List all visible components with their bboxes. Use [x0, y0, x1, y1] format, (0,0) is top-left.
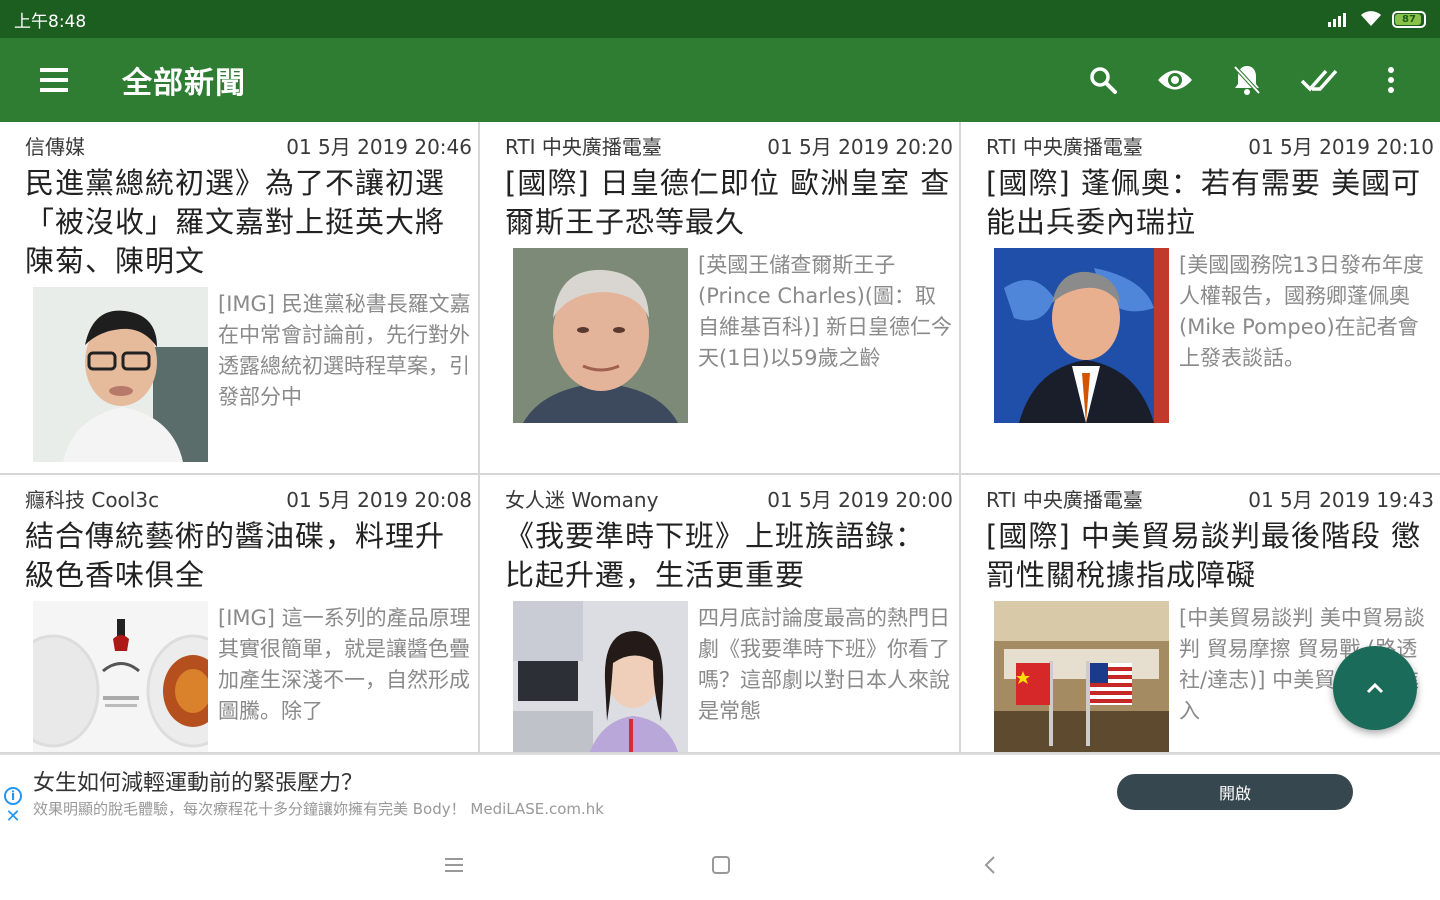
news-title: 結合傳統藝術的醬油碟，料理升級色香味俱全 [25, 519, 446, 592]
news-snippet: [英國王儲查爾斯王子(Prince Charles)(圖：取自維基百科)] 新日… [698, 253, 953, 370]
news-card[interactable]: 癮科技 Cool3c 01 5月 2019 20:08 結合傳統藝術的醬油碟，料… [0, 475, 480, 754]
ad-title: 女生如何減輕運動前的緊張壓力？ [33, 771, 364, 796]
news-snippet: [IMG] 這一系列的產品原理其實很簡單，就是讓醬色疊加產生深淺不一，自然形成圖… [218, 606, 471, 723]
ad-close-icon[interactable]: ✕ [4, 807, 22, 827]
news-card[interactable]: 女人迷 Womany 01 5月 2019 20:00 《我要準時下班》上班族語… [480, 475, 961, 754]
news-title: [國際] 日皇德仁即位 歐洲皇室 查爾斯王子恐等最久 [505, 166, 951, 239]
news-snippet: [IMG] 民進黨秘書長羅文嘉在中常會討論前，先行對外透露總統初選時程草案，引發… [218, 292, 471, 409]
news-snippet: 四月底討論度最高的熱門日劇《我要準時下班》你看了嗎？這部劇以對日本人來說是常態 [698, 606, 950, 723]
news-grid: 信傳媒 01 5月 2019 20:46 民進黨總統初選》為了不讓初選「被沒收」… [0, 122, 1440, 754]
news-source: 女人迷 Womany [505, 487, 659, 512]
more-vert-icon [1388, 67, 1394, 93]
search-icon [1090, 67, 1117, 94]
notifications-off-icon [1233, 65, 1261, 95]
menu-icon [445, 858, 463, 872]
app-bar: 全部新聞 [0, 38, 1440, 122]
mute-notifications-button[interactable] [1218, 51, 1276, 109]
chevron-up-icon [1366, 682, 1384, 694]
ad-description: 效果明顯的脫毛體驗，每次療程花十多分鐘讓妳擁有完美 Body！ MediLASE… [33, 800, 604, 818]
square-icon [712, 856, 730, 874]
news-source: RTI 中央廣播電臺 [505, 134, 662, 159]
ad-info-icon[interactable]: i [4, 787, 22, 805]
news-title: [國際] 中美貿易談判最後階段 懲罰性關稅據指成障礙 [986, 519, 1422, 592]
news-source: RTI 中央廣播電臺 [986, 487, 1143, 512]
news-thumbnail [513, 601, 688, 752]
news-card[interactable]: RTI 中央廣播電臺 01 5月 2019 20:10 [國際] 蓬佩奧：若有需… [961, 122, 1440, 475]
news-title: 民進黨總統初選》為了不讓初選「被沒收」羅文嘉對上挺英大將陳菊、陳明文 [25, 166, 446, 278]
news-thumbnail [513, 248, 688, 423]
news-date: 01 5月 2019 20:00 [767, 487, 953, 512]
news-title: 《我要準時下班》上班族語錄：比起升遷，生活更重要 [505, 519, 926, 592]
news-title: [國際] 蓬佩奧：若有需要 美國可能出兵委內瑞拉 [986, 166, 1422, 239]
news-source: 癮科技 Cool3c [25, 487, 160, 512]
wifi-icon [1361, 11, 1381, 26]
show-read-button[interactable] [1146, 51, 1204, 109]
news-date: 01 5月 2019 20:20 [767, 134, 953, 159]
ad-banner[interactable]: i ✕ 女生如何減輕運動前的緊張壓力？ 效果明顯的脫毛體驗，每次療程花十多分鐘讓… [0, 754, 1440, 830]
signal-icon [1328, 13, 1346, 27]
news-card[interactable]: RTI 中央廣播電臺 01 5月 2019 20:20 [國際] 日皇德仁即位 … [480, 122, 961, 475]
news-thumbnail [994, 601, 1169, 752]
menu-icon [40, 68, 68, 72]
battery-level: 87 [1402, 13, 1416, 25]
news-card[interactable]: 信傳媒 01 5月 2019 20:46 民進黨總統初選》為了不讓初選「被沒收」… [0, 122, 480, 475]
scroll-to-top-button[interactable] [1333, 646, 1417, 730]
battery-icon: 87 [1392, 10, 1426, 28]
news-source: RTI 中央廣播電臺 [986, 134, 1143, 159]
news-date: 01 5月 2019 20:08 [286, 487, 472, 512]
news-date: 01 5月 2019 19:43 [1248, 487, 1434, 512]
menu-button[interactable] [26, 52, 82, 108]
mark-all-read-button[interactable] [1290, 51, 1348, 109]
ad-open-button[interactable]: 開啟 [1117, 774, 1353, 810]
recents-button[interactable] [424, 835, 484, 895]
news-date: 01 5月 2019 20:10 [1248, 134, 1434, 159]
news-snippet: [美國國務院13日發布年度人權報告，國務卿蓬佩奧(Mike Pompeo)在記者… [1179, 253, 1424, 370]
news-source: 信傳媒 [25, 134, 85, 159]
status-icons: 87 [1328, 10, 1426, 28]
page-title: 全部新聞 [122, 66, 246, 101]
done-all-icon [1300, 69, 1338, 92]
news-thumbnail [33, 601, 208, 752]
news-thumbnail [994, 248, 1169, 423]
news-thumbnail [33, 287, 208, 462]
status-time: 上午8:48 [14, 11, 87, 32]
back-button[interactable] [960, 835, 1020, 895]
news-date: 01 5月 2019 20:46 [286, 134, 472, 159]
status-bar: 上午8:48 87 [0, 0, 1440, 38]
search-button[interactable] [1074, 51, 1132, 109]
system-nav-bar [0, 830, 1440, 900]
eye-icon [1158, 70, 1192, 90]
toolbar-actions [1074, 51, 1420, 109]
more-options-button[interactable] [1362, 51, 1420, 109]
chevron-left-icon [984, 856, 995, 874]
home-button[interactable] [691, 835, 751, 895]
